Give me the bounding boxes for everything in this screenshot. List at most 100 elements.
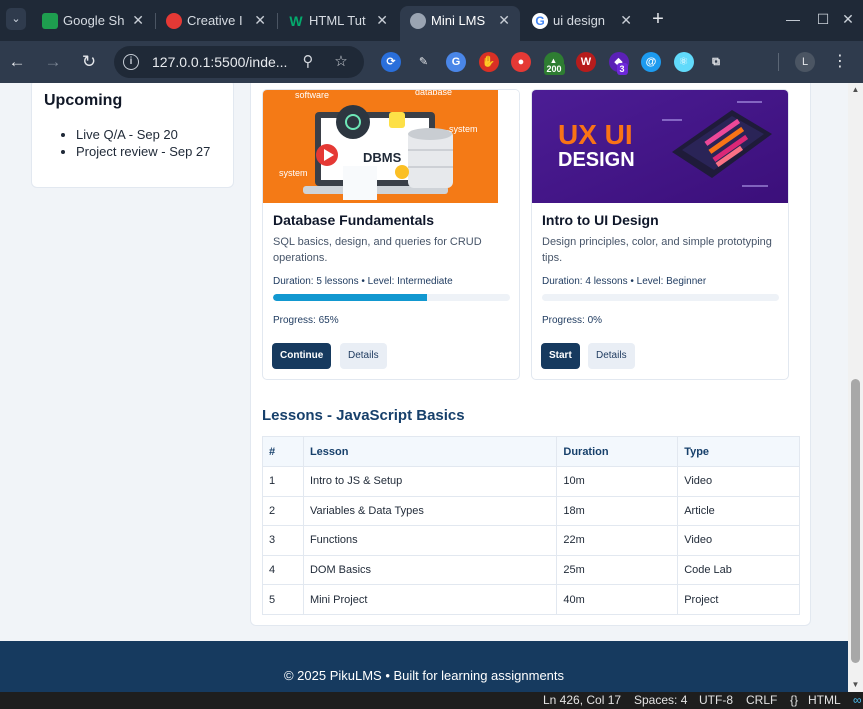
pokeball-icon[interactable]: ● bbox=[511, 52, 531, 72]
upcoming-list: Live Q/A - Sep 20 Project review - Sep 2… bbox=[76, 126, 210, 160]
file-encoding[interactable]: UTF-8 bbox=[699, 692, 733, 709]
browser-toolbar: ← → ↻ i 127.0.0.1:5500/inde... ⚲ ☆ ⟳ ✎ G ✋ ●… bbox=[0, 41, 863, 83]
close-icon[interactable]: ✕ bbox=[498, 6, 510, 35]
table-cell: 40m bbox=[556, 584, 679, 615]
more-menu-icon[interactable]: ⋮ bbox=[832, 50, 848, 74]
eyedropper-icon[interactable]: ✎ bbox=[414, 52, 434, 72]
dbms-illustration: software database system system DBMS bbox=[263, 90, 519, 203]
notification-icon[interactable]: ∞ bbox=[853, 692, 862, 709]
table-cell: Video bbox=[677, 525, 800, 556]
table-row: 3 Functions 22m Video bbox=[262, 525, 800, 556]
vertical-scrollbar[interactable]: ▲ ▼ bbox=[848, 83, 863, 692]
address-bar[interactable]: i 127.0.0.1:5500/inde... ⚲ ☆ bbox=[114, 46, 364, 78]
globe-icon bbox=[410, 13, 426, 29]
table-cell: 5 bbox=[262, 584, 304, 615]
footer-text: © 2025 PikuLMS • Built for learning assi… bbox=[283, 668, 565, 683]
zoom-search-icon[interactable]: ⚲ bbox=[297, 51, 319, 73]
bookmark-star-icon[interactable]: ☆ bbox=[330, 51, 352, 73]
page-viewport: Upcoming Live Q/A - Sep 20 Project revie… bbox=[0, 83, 848, 692]
new-tab-plus-icon[interactable]: + bbox=[648, 7, 668, 31]
tab-title: Google Sh bbox=[63, 13, 125, 28]
toolbar-divider bbox=[778, 53, 779, 71]
course-thumbnail-dbms: software database system system DBMS bbox=[263, 90, 519, 203]
image-label: DESIGN bbox=[558, 149, 635, 171]
scroll-up-arrow-icon[interactable]: ▲ bbox=[848, 83, 863, 97]
lessons-heading: Lessons - JavaScript Basics bbox=[262, 407, 465, 424]
lessons-table: # Lesson Duration Type 1 Intro to JS & S… bbox=[262, 436, 800, 615]
close-icon[interactable]: ✕ bbox=[254, 6, 266, 35]
tab-creative[interactable]: Creative I ✕ bbox=[156, 6, 276, 35]
upcoming-card: Upcoming Live Q/A - Sep 20 Project revie… bbox=[31, 83, 234, 188]
translate-icon[interactable]: G bbox=[446, 52, 466, 72]
close-icon[interactable]: ✕ bbox=[132, 6, 144, 35]
progress-label: Progress: 0% bbox=[542, 315, 603, 326]
maximize-icon[interactable]: ☐ bbox=[808, 8, 838, 30]
line-ending[interactable]: CRLF bbox=[746, 692, 777, 709]
cursor-position[interactable]: Ln 426, Col 17 bbox=[543, 692, 621, 709]
table-cell: 3 bbox=[262, 525, 304, 556]
creative-cloud-icon bbox=[166, 13, 182, 29]
back-arrow-icon[interactable]: ← bbox=[6, 49, 28, 75]
upcoming-item: Project review - Sep 27 bbox=[76, 143, 210, 160]
hand-stop-icon[interactable]: ✋ bbox=[478, 52, 499, 72]
tab-mini-lms[interactable]: Mini LMS ✕ bbox=[400, 6, 520, 41]
table-cell: 22m bbox=[556, 525, 679, 556]
puzzle-icon[interactable]: ⧉ bbox=[706, 52, 726, 72]
course-meta: Duration: 4 lessons • Level: Beginner bbox=[542, 276, 707, 287]
tab-google-sheets[interactable]: Google Sh ✕ bbox=[32, 6, 154, 35]
w-ext-icon[interactable]: W bbox=[576, 52, 596, 72]
uxui-illustration: UX UI DESIGN bbox=[532, 90, 788, 203]
progress-fill bbox=[273, 294, 428, 301]
tab-html-tutorial[interactable]: W HTML Tut ✕ bbox=[278, 6, 398, 35]
upcoming-item: Live Q/A - Sep 20 bbox=[76, 126, 210, 143]
url-text[interactable]: 127.0.0.1:5500/inde... bbox=[152, 46, 287, 78]
tab-title: ui design bbox=[553, 13, 606, 28]
editor-status-bar: Ln 426, Col 17 Spaces: 4 UTF-8 CRLF {} H… bbox=[0, 692, 863, 709]
table-cell: 18m bbox=[556, 495, 679, 527]
window-close-icon[interactable]: ✕ bbox=[836, 8, 860, 30]
language-mode[interactable]: HTML bbox=[808, 692, 841, 709]
tab-title: HTML Tut bbox=[309, 13, 366, 28]
image-label: software bbox=[295, 90, 329, 100]
course-description: SQL basics, design, and queries for CRUD… bbox=[273, 236, 482, 264]
forward-arrow-icon[interactable]: → bbox=[42, 49, 64, 75]
tab-search-chevron-icon[interactable]: ⌄ bbox=[6, 8, 26, 30]
scrollbar-thumb[interactable] bbox=[851, 379, 860, 663]
table-cell: 1 bbox=[262, 466, 304, 497]
table-row: 4 DOM Basics 25m Code Lab bbox=[262, 554, 800, 586]
table-cell: Variables & Data Types bbox=[302, 495, 558, 527]
table-cell: 25m bbox=[556, 554, 679, 586]
indentation-setting[interactable]: Spaces: 4 bbox=[634, 692, 687, 709]
at-sign-icon[interactable]: @ bbox=[641, 52, 661, 72]
continue-button[interactable]: Continue bbox=[272, 343, 332, 369]
details-button[interactable]: Details bbox=[588, 343, 635, 369]
tab-ui-design[interactable]: G ui design ✕ bbox=[522, 6, 642, 35]
table-cell: Intro to JS & Setup bbox=[302, 466, 558, 497]
w3schools-icon: W bbox=[289, 13, 303, 29]
minimize-icon[interactable]: — bbox=[778, 8, 808, 30]
table-cell: 2 bbox=[262, 495, 304, 527]
details-button[interactable]: Details bbox=[340, 343, 387, 369]
react-icon[interactable]: ⚛ bbox=[673, 52, 694, 72]
table-row: 2 Variables & Data Types 18m Article bbox=[262, 495, 800, 527]
column-header: Lesson bbox=[302, 436, 558, 467]
extension-badge: 3 bbox=[616, 63, 628, 75]
close-icon[interactable]: ✕ bbox=[620, 6, 632, 35]
browser-tab-bar: ⌄ Google Sh ✕ Creative I ✕ W HTML Tut ✕ … bbox=[0, 0, 863, 41]
page-footer: © 2025 PikuLMS • Built for learning assi… bbox=[0, 641, 848, 692]
table-cell: Code Lab bbox=[677, 554, 800, 586]
ext-blue-circle-icon[interactable]: ⟳ bbox=[381, 52, 401, 72]
course-title: Database Fundamentals bbox=[273, 212, 435, 228]
sheets-icon bbox=[42, 13, 58, 29]
scroll-down-arrow-icon[interactable]: ▼ bbox=[848, 678, 863, 692]
extension-badge: 200 bbox=[543, 63, 565, 75]
image-label: database bbox=[415, 90, 452, 97]
close-icon[interactable]: ✕ bbox=[376, 6, 388, 35]
profile-avatar[interactable]: L bbox=[795, 52, 815, 72]
start-button[interactable]: Start bbox=[541, 343, 580, 369]
course-description: Design principles, color, and simple pro… bbox=[542, 236, 772, 264]
reload-icon[interactable]: ↻ bbox=[78, 49, 100, 75]
site-info-icon[interactable]: i bbox=[123, 54, 139, 70]
braces-icon: {} bbox=[790, 693, 799, 707]
upcoming-title: Upcoming bbox=[44, 92, 123, 109]
